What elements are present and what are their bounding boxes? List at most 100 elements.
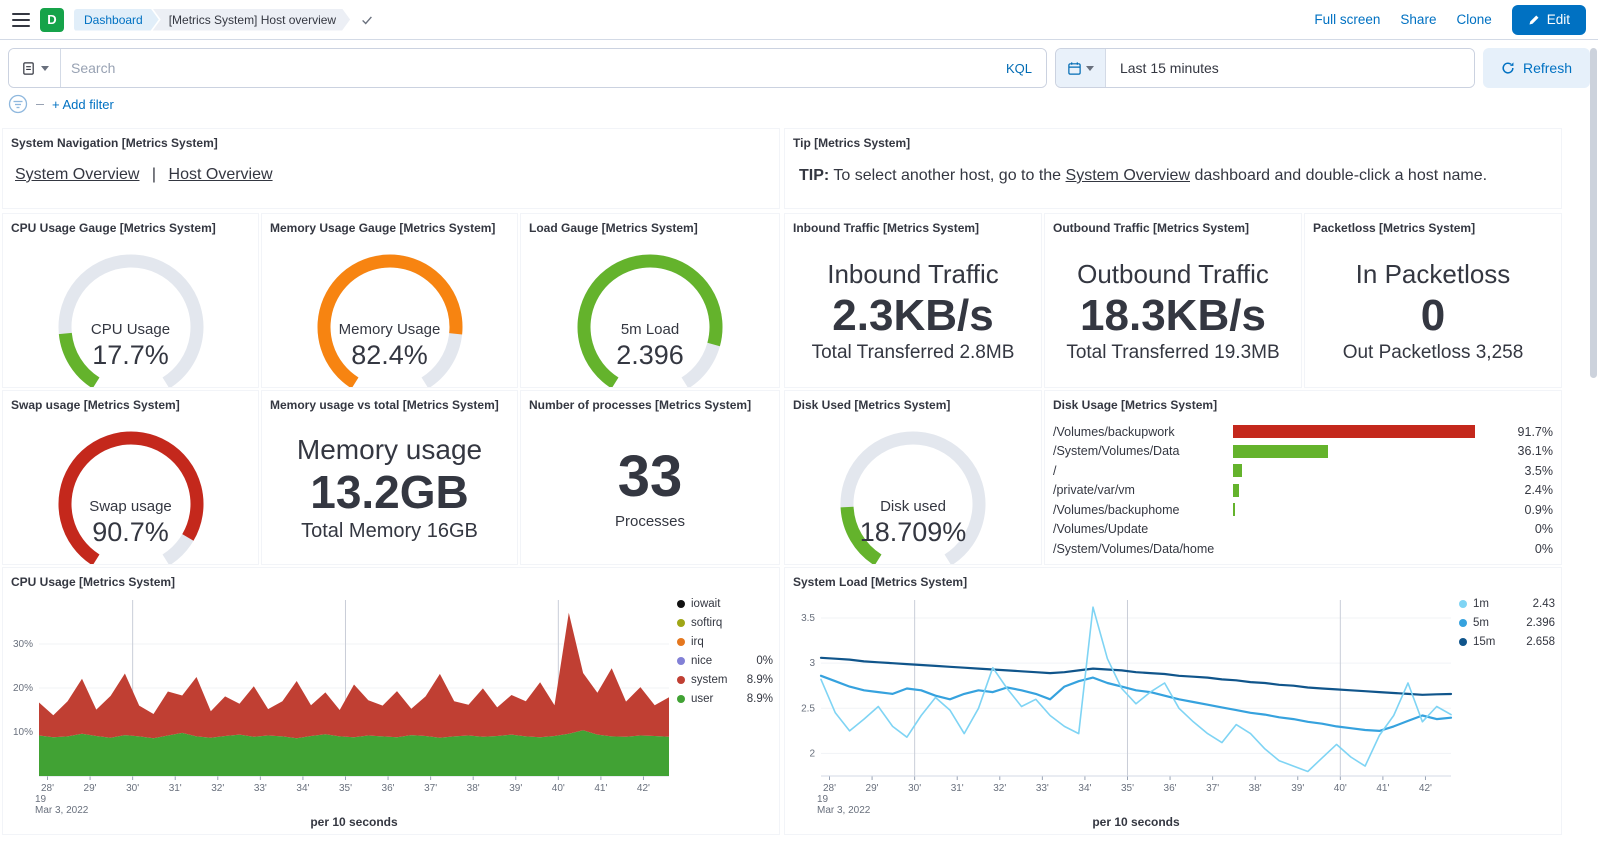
share-link[interactable]: Share xyxy=(1400,12,1436,27)
svg-text:2: 2 xyxy=(809,748,815,759)
legend-series-name: iowait xyxy=(691,598,720,610)
add-filter-button[interactable]: + Add filter xyxy=(52,97,114,112)
legend-item-system[interactable]: system 8.9% xyxy=(677,674,773,686)
vertical-scrollbar[interactable] xyxy=(1590,48,1597,378)
panel-inbound-traffic: Inbound Traffic [Metrics System] Inbound… xyxy=(784,213,1042,388)
panel-title: Memory usage vs total [Metrics System] xyxy=(262,391,517,412)
disk-usage-bar xyxy=(1233,503,1497,516)
disk-usage-bar xyxy=(1233,425,1497,438)
legend-item-nice[interactable]: nice0% xyxy=(677,655,773,667)
legend-item-iowait[interactable]: iowait xyxy=(677,598,773,610)
legend-item-user[interactable]: user8.9% xyxy=(677,693,773,705)
chevron-down-icon xyxy=(1086,66,1094,71)
system-overview-link[interactable]: System Overview xyxy=(15,166,139,183)
panel-memory-usage-vs-total: Memory usage vs total [Metrics System] M… xyxy=(261,390,518,565)
panel-title: Packetloss [Metrics System] xyxy=(1305,214,1561,235)
time-range-button[interactable]: Last 15 minutes xyxy=(1106,49,1474,87)
disk-used-gauge-chart: Disk used 18.709% xyxy=(808,420,1018,565)
legend-color-dot xyxy=(677,638,685,646)
refresh-icon xyxy=(1501,61,1515,75)
refresh-button-label: Refresh xyxy=(1523,60,1572,76)
gauge-value: 17.7% xyxy=(26,340,236,371)
breadcrumb-dashboard[interactable]: Dashboard xyxy=(74,9,159,31)
legend-series-name: system xyxy=(691,674,727,686)
metric-subtext: Processes xyxy=(615,513,685,530)
disk-usage-bar xyxy=(1233,445,1497,458)
svg-text:41': 41' xyxy=(594,783,607,794)
clone-link[interactable]: Clone xyxy=(1456,12,1491,27)
search-input[interactable] xyxy=(61,49,992,87)
chevron-down-icon xyxy=(41,66,49,71)
top-navigation-bar: D Dashboard [Metrics System] Host overvi… xyxy=(0,0,1598,40)
disk-usage-value: 0% xyxy=(1497,522,1553,536)
svg-text:20%: 20% xyxy=(13,683,33,694)
legend-item-1m[interactable]: 1m2.43 xyxy=(1459,598,1555,610)
cpu-usage-chart-svg: 28'29'30'31'32'33'34'35'36'37'38'39'40'4… xyxy=(3,586,780,816)
gauge-value: 90.7% xyxy=(26,517,236,548)
svg-text:36': 36' xyxy=(382,783,395,794)
disk-path-label: /private/var/vm xyxy=(1053,483,1233,497)
panel-title: Load Gauge [Metrics System] xyxy=(521,214,779,235)
disk-usage-value: 36.1% xyxy=(1497,444,1553,458)
legend-item-softirq[interactable]: softirq xyxy=(677,617,773,629)
processes-metric: 33 Processes xyxy=(521,412,779,565)
svg-text:28': 28' xyxy=(823,783,836,794)
legend-item-irq[interactable]: irq xyxy=(677,636,773,648)
x-axis-label: per 10 seconds xyxy=(39,815,669,829)
saved-query-menu-button[interactable] xyxy=(9,49,61,87)
edit-button[interactable]: Edit xyxy=(1512,5,1586,35)
swap-usage-gauge-chart: Swap usage 90.7% xyxy=(26,420,236,565)
metric-heading: In Packetloss xyxy=(1356,259,1511,290)
filter-icon[interactable] xyxy=(8,94,28,114)
svg-text:29': 29' xyxy=(866,783,879,794)
legend-series-value: 8.9% xyxy=(747,674,773,686)
system-navigation-links: System Overview | Host Overview xyxy=(3,150,779,200)
gauge-text: Swap usage 90.7% xyxy=(26,498,236,548)
svg-text:36': 36' xyxy=(1164,783,1177,794)
legend-item-5m[interactable]: 5m2.396 xyxy=(1459,617,1555,629)
kql-selector[interactable]: KQL xyxy=(992,49,1046,87)
query-toolbar: KQL Last 15 minutes Refresh xyxy=(0,40,1598,94)
gauge-text: 5m Load 2.396 xyxy=(545,321,755,371)
panel-system-navigation: System Navigation [Metrics System] Syste… xyxy=(2,128,780,209)
panel-cpu-usage-gauge: CPU Usage Gauge [Metrics System] CPU Usa… xyxy=(2,213,259,388)
search-bar: KQL xyxy=(8,48,1047,88)
date-picker-calendar-button[interactable] xyxy=(1056,49,1106,87)
x-axis-label: per 10 seconds xyxy=(821,815,1451,829)
svg-text:39': 39' xyxy=(509,783,522,794)
legend-item-15m[interactable]: 15m2.658 xyxy=(1459,636,1555,648)
full-screen-link[interactable]: Full screen xyxy=(1314,12,1380,27)
deployment-logo[interactable]: D xyxy=(40,8,64,32)
menu-icon[interactable] xyxy=(12,13,30,27)
system-load-chart-svg: 28'29'30'31'32'33'34'35'36'37'38'39'40'4… xyxy=(785,586,1562,816)
svg-text:35': 35' xyxy=(339,783,352,794)
refresh-button[interactable]: Refresh xyxy=(1483,48,1590,88)
legend-series-name: irq xyxy=(691,636,704,648)
inbound-traffic-metric: Inbound Traffic 2.3KB/s Total Transferre… xyxy=(785,235,1041,388)
metric-subtext: Total Transferred 19.3MB xyxy=(1066,342,1279,364)
host-overview-link[interactable]: Host Overview xyxy=(169,166,273,183)
header-actions: Full screen Share Clone Edit xyxy=(1314,5,1586,35)
breadcrumb: Dashboard [Metrics System] Host overview xyxy=(74,9,350,31)
panel-disk-usage: Disk Usage [Metrics System] /Volumes/bac… xyxy=(1044,390,1562,565)
gauge-value: 2.396 xyxy=(545,340,755,371)
svg-text:3.5: 3.5 xyxy=(801,613,815,624)
dashboard-grid: System Navigation [Metrics System] Syste… xyxy=(0,124,1598,837)
metric-value: 0 xyxy=(1421,293,1445,339)
metric-value: 18.3KB/s xyxy=(1080,293,1266,339)
memory-total-metric: Memory usage 13.2GB Total Memory 16GB xyxy=(262,412,517,565)
panel-title: Disk Used [Metrics System] xyxy=(785,391,1041,412)
gauge-label: Swap usage xyxy=(26,498,236,515)
gauge-text: Memory Usage 82.4% xyxy=(285,321,495,371)
saved-query-icon xyxy=(21,61,36,76)
svg-text:34': 34' xyxy=(1078,783,1091,794)
calendar-icon xyxy=(1067,61,1082,76)
legend-series-value: 2.658 xyxy=(1526,636,1555,648)
filter-divider xyxy=(36,104,44,105)
gauge-value: 82.4% xyxy=(285,340,495,371)
legend-series-name: 5m xyxy=(1473,617,1489,629)
panel-title: Swap usage [Metrics System] xyxy=(3,391,258,412)
legend-color-dot xyxy=(677,695,685,703)
tip-system-overview-link[interactable]: System Overview xyxy=(1066,167,1190,184)
edit-button-label: Edit xyxy=(1547,12,1570,27)
